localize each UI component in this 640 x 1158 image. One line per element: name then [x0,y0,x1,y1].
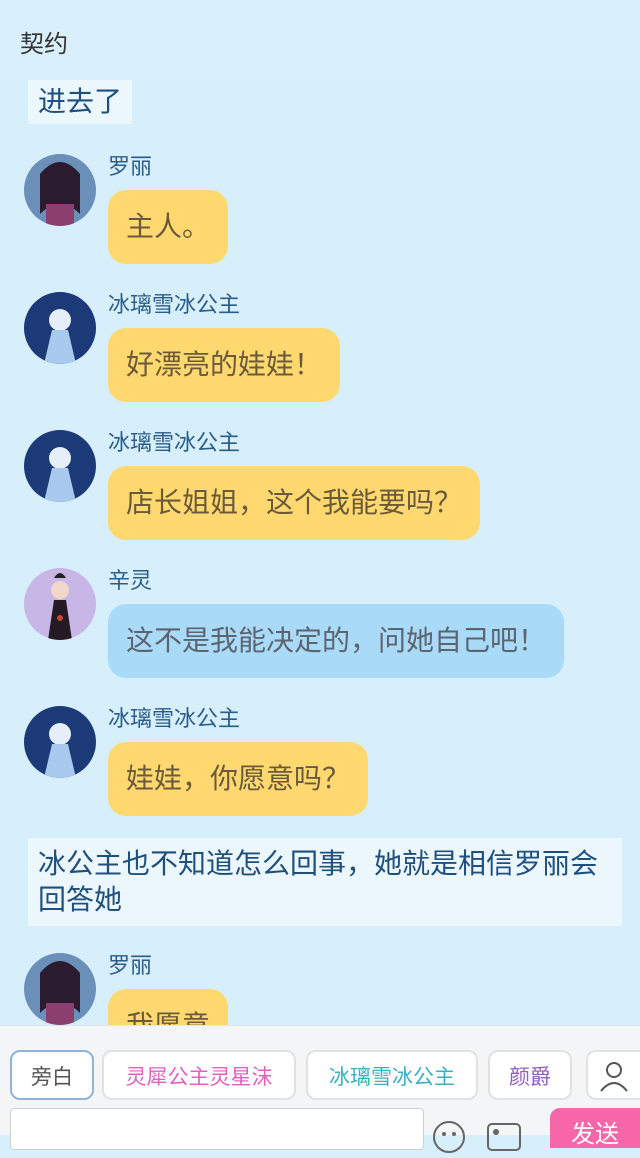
avatar[interactable] [24,154,96,226]
sender-name: 辛灵 [108,569,153,594]
header-bar: 契约 [0,0,640,80]
message-bubble: 娃娃，你愿意吗？ [108,742,369,816]
send-button[interactable]: 发送 [550,1108,640,1148]
role-chip[interactable]: 颜爵 [488,1050,572,1100]
person-icon [600,1062,628,1092]
message-input[interactable] [10,1108,424,1150]
message-bubble: 主人。 [108,190,229,264]
avatar[interactable] [24,953,96,1025]
sender-name: 罗丽 [108,155,153,180]
message-bubble: 店长姐姐，这个我能要吗？ [108,466,481,540]
chat-area[interactable]: 进去了 罗丽 主人。 冰璃雪冰公主 好漂亮的娃娃！ 冰璃雪冰公主 店长姐姐，这个… [0,80,640,1025]
message-bubble: 我愿意 [108,989,229,1025]
role-chip[interactable]: 冰璃雪冰公主 [306,1050,478,1100]
image-icon[interactable] [486,1122,522,1156]
narration-bubble: 进去了 [28,80,133,124]
sender-name: 罗丽 [108,954,153,979]
sender-name: 冰璃雪冰公主 [108,431,241,456]
page-title: 契约 [20,30,68,58]
composer-bar: 旁白 灵犀公主灵星沫 冰璃雪冰公主 颜爵 发送 [0,1025,640,1153]
avatar[interactable] [24,292,96,364]
avatar[interactable] [24,706,96,778]
role-chip[interactable]: 灵犀公主灵星沫 [102,1050,296,1100]
avatar[interactable] [24,430,96,502]
message-bubble: 这不是我能决定的，问她自己吧！ [108,604,565,678]
sender-name: 冰璃雪冰公主 [108,707,241,732]
sender-name: 冰璃雪冰公主 [108,293,241,318]
role-chip-narration[interactable]: 旁白 [10,1050,94,1100]
emoji-icon[interactable] [432,1120,466,1158]
narration-bubble: 冰公主也不知道怎么回事，她就是相信罗丽会回答她 [28,838,622,926]
message-bubble: 好漂亮的娃娃！ [108,328,341,402]
avatar[interactable] [24,568,96,640]
add-role-button[interactable] [586,1050,640,1100]
